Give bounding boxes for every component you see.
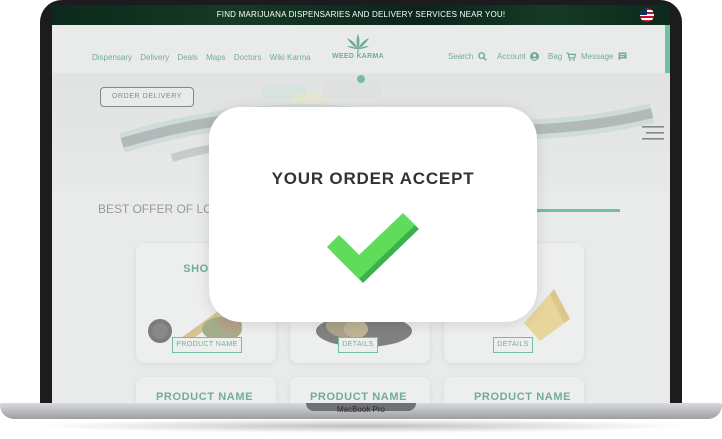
order-confirmation-modal: YOUR ORDER ACCEPT (209, 107, 537, 322)
check-icon (327, 213, 419, 283)
us-flag-icon[interactable] (640, 8, 654, 22)
banner-text: FIND MARIJUANA DISPENSARIES AND DELIVERY… (216, 10, 506, 19)
laptop-shadow (30, 419, 692, 433)
device-label: MacBook Pro (336, 405, 386, 414)
modal-title: YOUR ORDER ACCEPT (271, 169, 475, 188)
